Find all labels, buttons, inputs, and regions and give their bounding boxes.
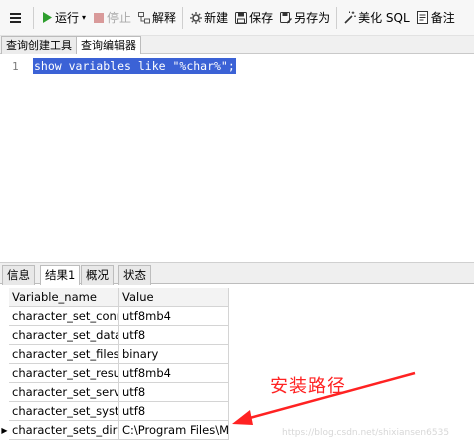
annotation-arrow-icon [232, 371, 416, 425]
watermark-text: https://blog.csdn.net/shixiansen6535 [282, 428, 450, 438]
